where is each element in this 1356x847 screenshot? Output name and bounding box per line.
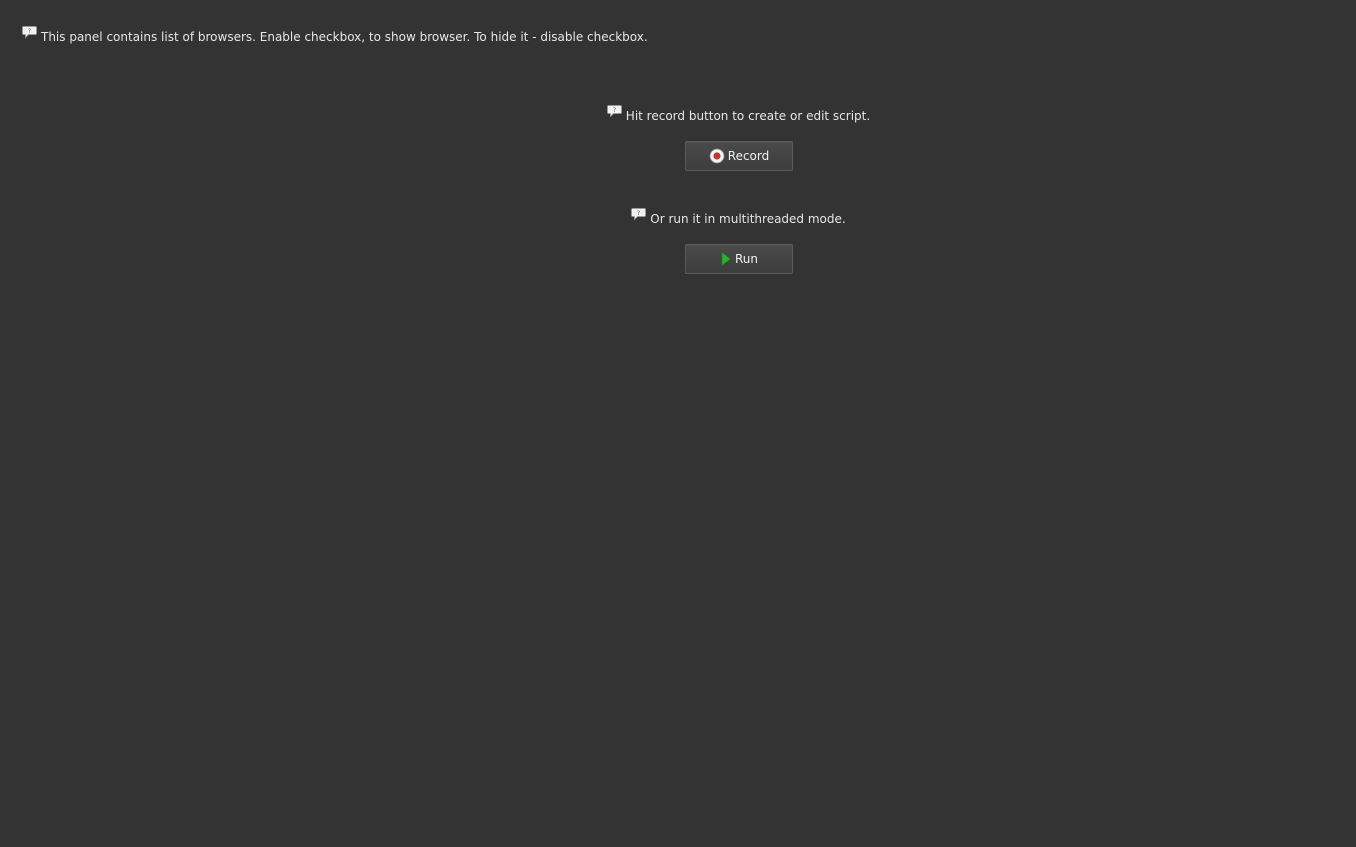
- browsers-panel-hint: ? This panel contains list of browsers. …: [22, 26, 648, 44]
- record-hint-text: Hit record button to create or edit scri…: [625, 109, 871, 123]
- record-hint: ? Hit record button to create or edit sc…: [606, 105, 871, 123]
- svg-text:?: ?: [28, 28, 31, 35]
- help-bubble-icon: ?: [22, 26, 37, 39]
- record-button-label: Record: [727, 149, 770, 163]
- run-button[interactable]: Run: [685, 244, 793, 274]
- record-hint-row: ? Hit record button to create or edit sc…: [600, 105, 877, 123]
- run-hint-text: Or run it in multithreaded mode.: [650, 212, 846, 226]
- record-button[interactable]: Record: [685, 141, 793, 171]
- help-bubble-icon: ?: [606, 105, 622, 118]
- run-hint-row: ? Or run it in multithreaded mode.: [600, 208, 877, 226]
- svg-text:?: ?: [637, 210, 640, 217]
- svg-text:?: ?: [613, 107, 616, 114]
- play-icon: [721, 251, 731, 267]
- record-icon: [709, 148, 725, 164]
- help-bubble-icon: ?: [631, 208, 647, 221]
- run-button-label: Run: [734, 252, 758, 266]
- run-hint: ? Or run it in multithreaded mode.: [631, 208, 846, 226]
- browsers-panel-hint-text: This panel contains list of browsers. En…: [41, 30, 648, 44]
